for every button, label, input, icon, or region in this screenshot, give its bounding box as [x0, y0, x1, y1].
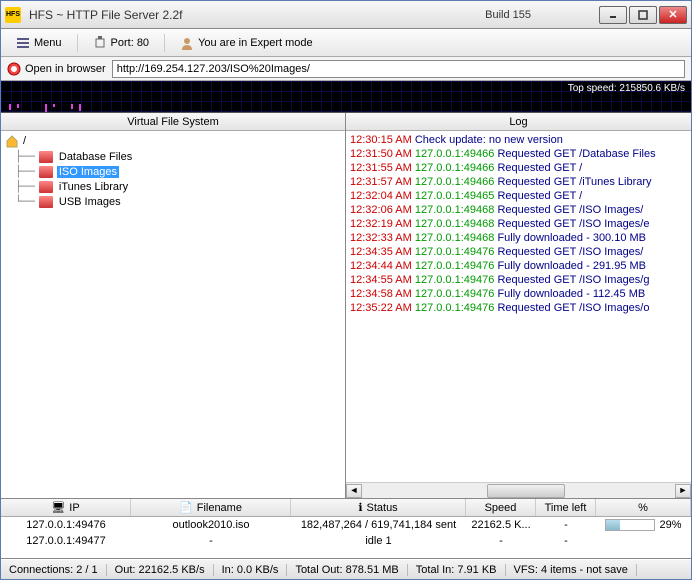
col-time[interactable]: Time left	[536, 499, 596, 516]
log-row: 12:34:44 AM 127.0.0.1:49476 Fully downlo…	[350, 259, 687, 273]
tree-label: Database Files	[57, 151, 134, 163]
tree-label: iTunes Library	[57, 181, 130, 193]
port-icon	[93, 36, 107, 50]
close-button[interactable]: ✕	[659, 6, 687, 24]
tree-root[interactable]: /	[5, 133, 341, 149]
status-connections: Connections: 2 / 1	[1, 564, 107, 576]
open-browser-label: Open in browser	[25, 63, 106, 75]
port-label: Port: 80	[111, 37, 150, 49]
log-row: 12:34:35 AM 127.0.0.1:49476 Requested GE…	[350, 245, 687, 259]
vfs-panel: Virtual File System / ├──Database Files├…	[1, 113, 346, 498]
file-icon: 📄	[179, 501, 193, 514]
folder-icon	[39, 181, 53, 193]
monitor-icon: 🖥	[51, 501, 65, 514]
progress-bar	[605, 519, 655, 531]
status-vfs: VFS: 4 items - not save	[506, 564, 637, 576]
app-window: HFS HFS ~ HTTP File Server 2.2f Build 15…	[0, 0, 692, 580]
log-row: 12:32:04 AM 127.0.0.1:49465 Requested GE…	[350, 189, 687, 203]
tree-line: ├──	[15, 150, 35, 163]
tree-line: ├──	[15, 165, 35, 178]
folder-icon	[39, 166, 53, 178]
col-speed[interactable]: Speed	[466, 499, 536, 516]
scroll-right-button[interactable]: ►	[675, 484, 691, 498]
menu-label: Menu	[34, 37, 62, 49]
build-label: Build 155	[485, 9, 531, 21]
log-row: 12:30:15 AM Check update: no new version	[350, 133, 687, 147]
grid-row[interactable]: 127.0.0.1:49477-idle 1--	[1, 533, 691, 549]
tree-label: ISO Images	[57, 166, 119, 178]
user-icon	[180, 36, 194, 50]
transfers-grid: 🖥IP 📄Filename ℹStatus Speed Time left % …	[1, 499, 691, 559]
log-row: 12:35:22 AM 127.0.0.1:49476 Requested GE…	[350, 301, 687, 315]
log-body[interactable]: 12:30:15 AM Check update: no new version…	[346, 131, 691, 482]
tree-item[interactable]: ├── iTunes Library	[15, 179, 341, 194]
log-row: 12:34:58 AM 127.0.0.1:49476 Fully downlo…	[350, 287, 687, 301]
mode-button[interactable]: You are in Expert mode	[171, 33, 322, 53]
log-header: Log	[346, 113, 691, 131]
app-icon: HFS	[5, 7, 21, 23]
grid-header: 🖥IP 📄Filename ℹStatus Speed Time left %	[1, 499, 691, 517]
minimize-button[interactable]	[599, 6, 627, 24]
log-row: 12:31:50 AM 127.0.0.1:49466 Requested GE…	[350, 147, 687, 161]
speed-graph[interactable]: Top speed: 215850.6 KB/s	[1, 81, 691, 113]
log-row: 12:34:55 AM 127.0.0.1:49476 Requested GE…	[350, 273, 687, 287]
status-total-in: Total In: 7.91 KB	[408, 564, 506, 576]
scroll-thumb[interactable]	[487, 484, 565, 498]
mode-label: You are in Expert mode	[198, 37, 313, 49]
tree-item[interactable]: └── USB Images	[15, 194, 341, 209]
status-in: In: 0.0 KB/s	[214, 564, 288, 576]
top-speed-label: Top speed: 215850.6 KB/s	[568, 83, 685, 94]
info-icon: ℹ	[358, 501, 362, 514]
scroll-track[interactable]	[362, 484, 675, 498]
tree-label: USB Images	[57, 196, 123, 208]
col-ip[interactable]: 🖥IP	[1, 499, 131, 516]
log-panel: Log 12:30:15 AM Check update: no new ver…	[346, 113, 691, 498]
url-input[interactable]	[112, 60, 685, 78]
log-row: 12:31:55 AM 127.0.0.1:49466 Requested GE…	[350, 161, 687, 175]
separator	[164, 34, 165, 52]
root-label: /	[23, 135, 26, 147]
window-title: HFS ~ HTTP File Server 2.2f	[29, 8, 477, 22]
home-icon	[5, 134, 19, 148]
log-hscrollbar[interactable]: ◄ ►	[346, 482, 691, 498]
graph-spikes	[1, 104, 81, 112]
log-row: 12:32:19 AM 127.0.0.1:49468 Requested GE…	[350, 217, 687, 231]
tree-line: └──	[15, 195, 35, 208]
status-out: Out: 22162.5 KB/s	[107, 564, 214, 576]
port-button[interactable]: Port: 80	[84, 33, 159, 53]
col-pct[interactable]: %	[596, 499, 691, 516]
menu-icon	[16, 36, 30, 50]
tree-line: ├──	[15, 180, 35, 193]
browser-icon	[7, 62, 21, 76]
toolbar: Menu Port: 80 You are in Expert mode	[1, 29, 691, 57]
maximize-button[interactable]	[629, 6, 657, 24]
middle-panels: Virtual File System / ├──Database Files├…	[1, 113, 691, 499]
folder-icon	[39, 151, 53, 163]
scroll-left-button[interactable]: ◄	[346, 484, 362, 498]
titlebar: HFS HFS ~ HTTP File Server 2.2f Build 15…	[1, 1, 691, 29]
status-bar: Connections: 2 / 1 Out: 22162.5 KB/s In:…	[1, 559, 691, 579]
status-total-out: Total Out: 878.51 MB	[287, 564, 407, 576]
open-browser-button[interactable]: Open in browser	[7, 62, 106, 76]
col-file[interactable]: 📄Filename	[131, 499, 291, 516]
vfs-header: Virtual File System	[1, 113, 345, 131]
log-row: 12:32:06 AM 127.0.0.1:49468 Requested GE…	[350, 203, 687, 217]
url-bar: Open in browser	[1, 57, 691, 81]
folder-icon	[39, 196, 53, 208]
log-row: 12:32:33 AM 127.0.0.1:49468 Fully downlo…	[350, 231, 687, 245]
vfs-tree[interactable]: / ├── Database Files ├── ISO Images ├── iTune…	[1, 131, 345, 498]
menu-button[interactable]: Menu	[7, 33, 71, 53]
log-row: 12:31:57 AM 127.0.0.1:49466 Requested GE…	[350, 175, 687, 189]
separator	[77, 34, 78, 52]
grid-row[interactable]: 127.0.0.1:49476outlook2010.iso182,487,26…	[1, 517, 691, 533]
col-status[interactable]: ℹStatus	[291, 499, 466, 516]
tree-item[interactable]: ├── ISO Images	[15, 164, 341, 179]
tree-item[interactable]: ├── Database Files	[15, 149, 341, 164]
